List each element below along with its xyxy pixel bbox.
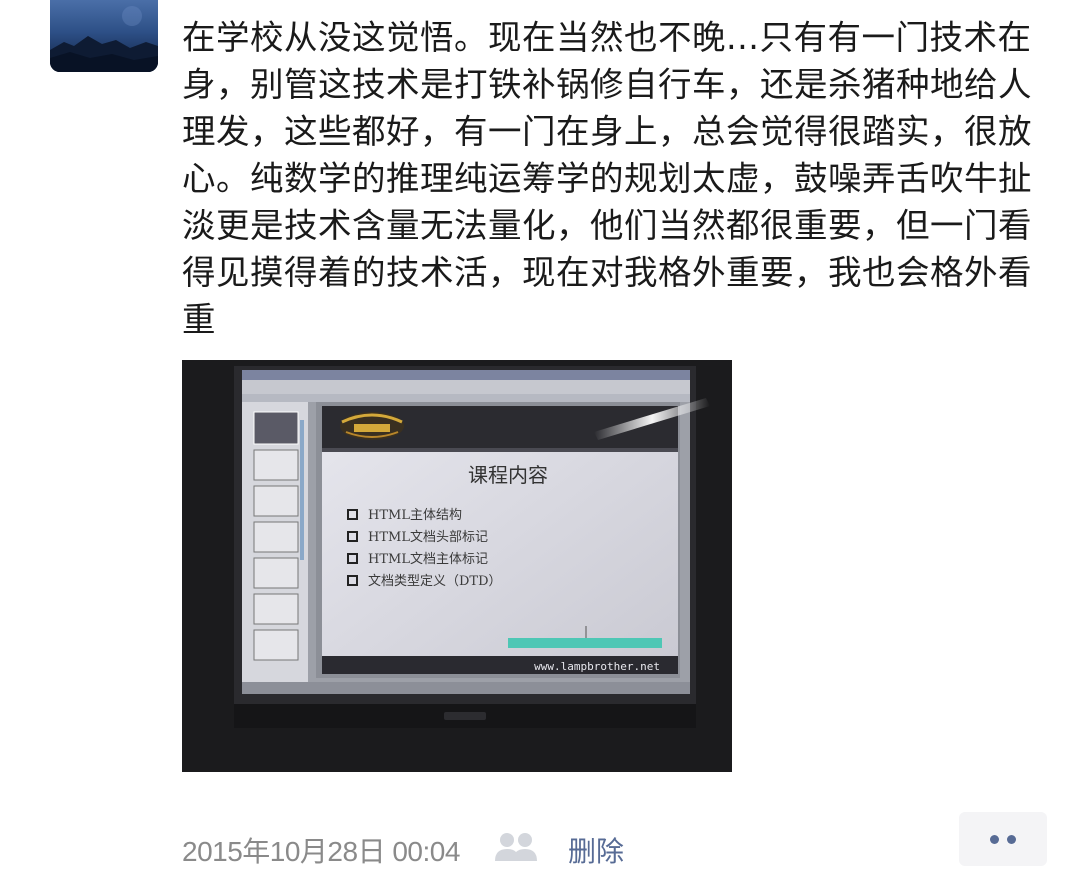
more-dot-icon	[990, 835, 999, 844]
avatar[interactable]	[50, 0, 158, 72]
post-text: 在学校从没这觉悟。现在当然也不晚...只有有一门技术在身，别管这技术是打铁补锅修…	[182, 18, 1032, 339]
slide-title: 课程内容	[468, 463, 548, 487]
slide-url: www.lampbrother.net	[534, 660, 660, 673]
post-photo[interactable]: 课程内容 HTML主体结构 HTML文档头部标记 HTML文档主体标记 文档类型…	[182, 360, 732, 772]
friends-icon	[494, 831, 540, 863]
slide-bullet: HTML主体结构	[368, 508, 462, 523]
more-button[interactable]	[959, 812, 1047, 866]
slide-bullet: 文档类型定义（DTD）	[368, 574, 502, 589]
slide-bullet: HTML文档头部标记	[368, 530, 488, 545]
delete-button[interactable]: 删除	[568, 830, 624, 870]
more-dot-icon	[1007, 835, 1016, 844]
post-timestamp: 2015年10月28日 00:04	[182, 836, 460, 867]
post-footer: 2015年10月28日 00:04 删除	[182, 812, 1047, 870]
slide-bullet: HTML文档主体标记	[368, 552, 488, 567]
